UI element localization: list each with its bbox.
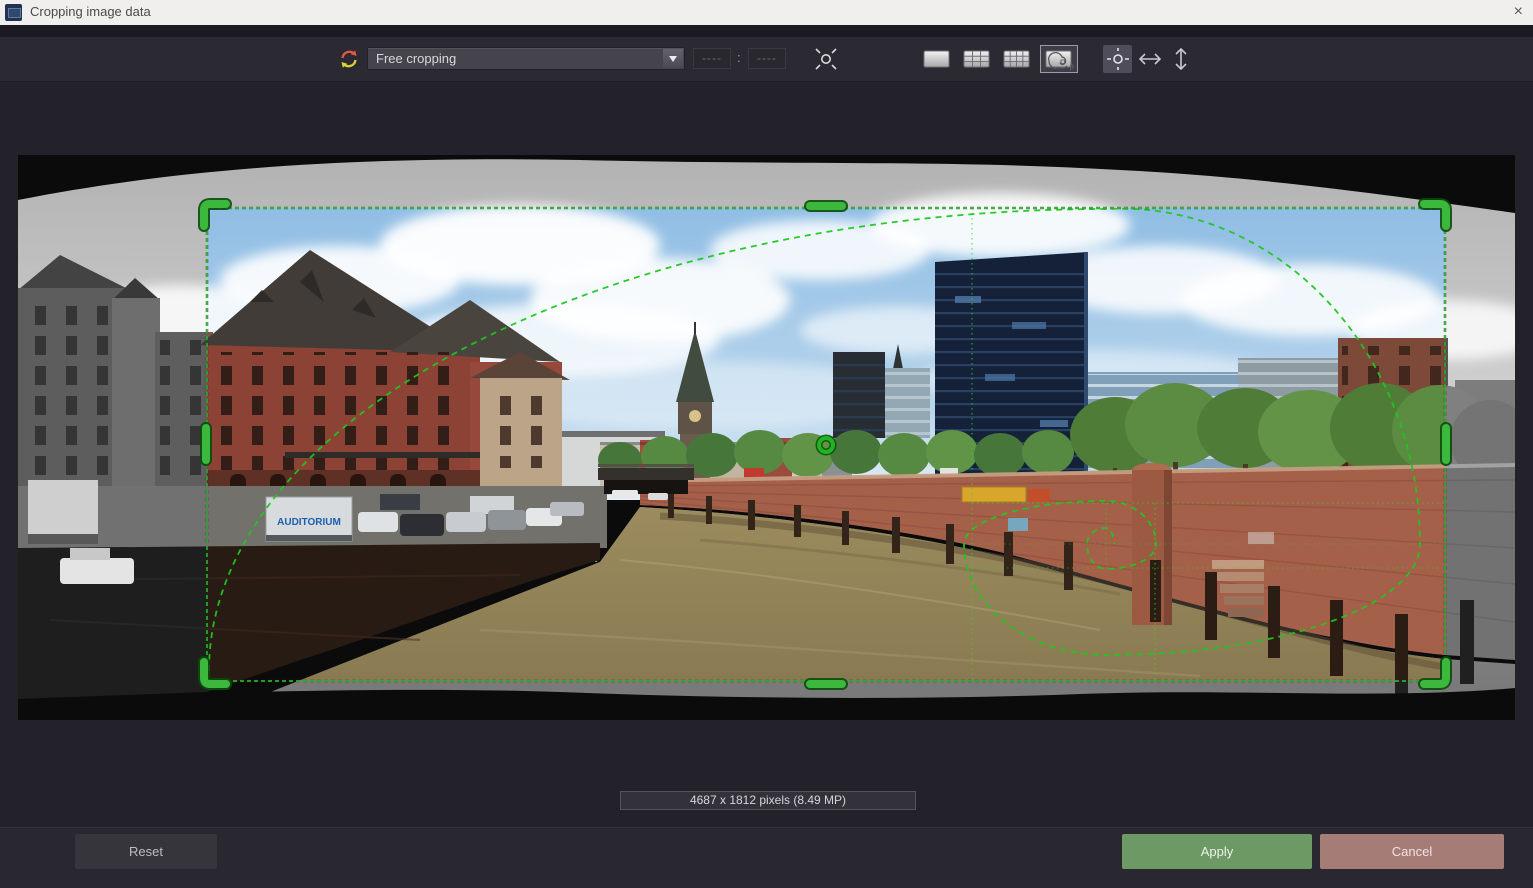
- panorama: [18, 155, 1533, 720]
- titlebar: Cropping image data ×: [0, 0, 1533, 25]
- reset-button[interactable]: Reset: [75, 834, 217, 869]
- apply-button[interactable]: Apply: [1122, 834, 1312, 869]
- thirds-grid-icon: [963, 49, 991, 69]
- dropdown-arrow-icon[interactable]: [663, 49, 683, 68]
- horizontal-arrows-icon: [1136, 45, 1164, 73]
- spiral-badge: p: [1070, 62, 1074, 71]
- rotate-crop-button[interactable]: [338, 48, 360, 70]
- overlay-fine-grid-button[interactable]: [1000, 45, 1034, 73]
- overlay-golden-spiral-button[interactable]: p: [1040, 45, 1078, 73]
- fine-grid-icon: [1003, 49, 1031, 69]
- ratio-height-input[interactable]: ----: [748, 48, 786, 69]
- overlay-thirds-grid-button[interactable]: [960, 45, 994, 73]
- vertical-arrows-button[interactable]: [1168, 45, 1194, 73]
- center-view-icon: [811, 45, 841, 73]
- crop-mode-select[interactable]: Free cropping: [367, 47, 685, 70]
- cropping-dialog: AUDITORIUM: [0, 0, 1533, 888]
- close-button[interactable]: ×: [1514, 2, 1523, 22]
- footer-bar: Reset Apply Cancel: [0, 827, 1533, 888]
- window-title: Cropping image data: [30, 4, 151, 19]
- rotate-crop-icon: [338, 48, 360, 70]
- app-icon: [5, 4, 22, 21]
- toolbar: Free cropping ---- : ----: [0, 37, 1533, 82]
- horizontal-arrows-button[interactable]: [1136, 45, 1164, 73]
- ratio-width-input[interactable]: ----: [693, 48, 731, 69]
- center-crop-button[interactable]: [811, 45, 841, 73]
- crop-mode-value: Free cropping: [376, 51, 456, 66]
- show-center-toggle[interactable]: [1103, 45, 1132, 73]
- cancel-button[interactable]: Cancel: [1320, 834, 1504, 869]
- no-overlay-icon: [923, 49, 951, 69]
- crop-canvas: AUDITORIUM: [0, 0, 1533, 888]
- titlebar-divider: [0, 25, 1533, 37]
- vertical-arrows-icon: [1168, 45, 1194, 73]
- overlay-none-button[interactable]: [920, 45, 954, 73]
- ratio-separator: :: [737, 50, 741, 65]
- crosshair-icon: [1104, 45, 1132, 73]
- crop-size-status: 4687 x 1812 pixels (8.49 MP): [620, 791, 916, 810]
